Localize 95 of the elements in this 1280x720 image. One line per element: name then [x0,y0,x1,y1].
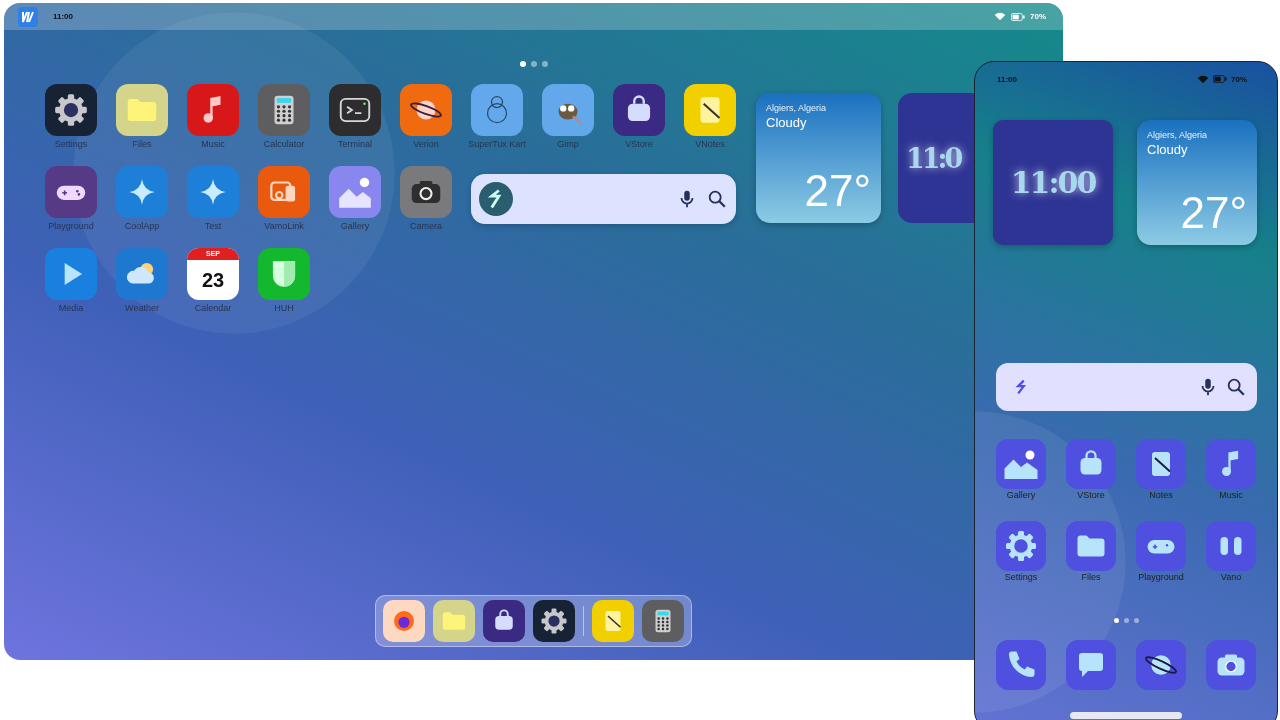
app-label: SuperTux Kart [467,138,527,151]
app-label: Calendar [193,302,233,315]
app-label: Weather [124,302,160,315]
notepad-icon[interactable] [1136,439,1186,489]
notepad-icon[interactable] [684,84,736,136]
calculator-icon[interactable] [642,600,684,642]
weather-condition: Cloudy [1147,142,1189,157]
chat-icon[interactable] [1066,640,1116,690]
wifi-icon [994,12,1006,21]
terminal-icon[interactable] [329,84,381,136]
shield-icon[interactable] [258,248,310,300]
clock-widget[interactable]: 11:00 [993,120,1113,245]
app-label: Notes [1148,490,1174,500]
app-label: Playground [1137,572,1185,582]
calculator-icon[interactable] [258,84,310,136]
logo-icon [18,6,38,27]
browser-icon[interactable] [383,600,425,642]
battery-icon [1213,75,1227,83]
planet-icon[interactable] [400,84,452,136]
weather-condition: Cloudy [766,115,808,130]
weather-temperature: 27° [804,169,871,213]
gear-icon[interactable] [45,84,97,136]
sparkle-icon[interactable] [116,166,168,218]
bag-icon[interactable] [613,84,665,136]
app-label: Gallery [339,220,371,233]
music-note-icon[interactable] [187,84,239,136]
gamepad-icon[interactable] [1136,521,1186,571]
app-label: Test [203,220,223,233]
app-label: VamoLink [263,220,305,233]
status-time: 11:00 [53,12,74,21]
page-dot[interactable] [1113,618,1119,623]
gamepad-icon[interactable] [45,166,97,218]
app-label: VStore [624,138,654,151]
folder-icon[interactable] [116,84,168,136]
app-label: Media [57,302,85,315]
weather-location: Algiers, Algeria [766,103,828,113]
weather-location: Algiers, Algeria [1147,130,1209,140]
app-label: Gimp [556,138,580,151]
clock-widget[interactable]: 11:0 [898,93,975,223]
app-label: Terminal [337,138,373,151]
app-label: CoolApp [123,220,161,233]
bag-icon[interactable] [483,600,525,642]
search-icon[interactable] [706,188,728,210]
battery-level: 70% [1030,12,1046,21]
app-label: Camera [409,220,443,233]
page-dot[interactable] [530,61,537,67]
image-icon[interactable] [329,166,381,218]
page-dot[interactable] [519,61,526,67]
app-label: Files [1080,572,1102,582]
notepad-icon[interactable] [592,600,634,642]
clock-time: 11:0 [906,142,961,174]
cloud-sun-icon[interactable] [116,248,168,300]
weather-widget[interactable]: Algiers, Algeria Cloudy 27° [756,93,881,223]
search-icon[interactable] [1225,376,1247,398]
wifi-icon [1197,74,1209,84]
app-label: Vano [1219,572,1243,582]
clock-time: 11:00 [1010,165,1096,200]
pause-icon[interactable] [1206,521,1256,571]
folder-icon[interactable] [1066,521,1116,571]
app-label: Music [200,138,226,151]
status-time: 11:00 [997,74,1018,84]
bag-icon[interactable] [1066,439,1116,489]
search-bar[interactable] [471,174,736,224]
app-label: Calculator [262,138,306,151]
image-icon[interactable] [996,439,1046,489]
devices-icon[interactable] [258,166,310,218]
app-label: Files [131,138,153,151]
music-note-icon[interactable] [1206,439,1256,489]
play-icon[interactable] [45,248,97,300]
app-label: Music [1218,490,1244,500]
app-label: Settings [53,138,89,151]
planet-icon[interactable] [1136,640,1186,690]
camera-icon[interactable] [400,166,452,218]
page-dot[interactable] [1133,618,1139,623]
battery-icon [1011,12,1025,21]
battery-level: 70% [1231,74,1247,84]
app-label: VNotes [694,138,726,151]
app-label: VStore [1076,490,1106,500]
app-label: Playground [47,220,95,233]
app-label: HUH [273,302,295,315]
folder-icon[interactable] [433,600,475,642]
search-logo-icon [479,182,513,216]
page-dot[interactable] [1123,618,1129,623]
gear-icon[interactable] [533,600,575,642]
sparkle-icon[interactable] [187,166,239,218]
app-label: Verion [412,138,440,151]
page-dot[interactable] [541,61,548,67]
phone-icon[interactable] [996,640,1046,690]
weather-temperature: 27° [1180,191,1247,235]
weather-widget[interactable]: Algiers, Algeria Cloudy 27° [1137,120,1257,245]
app-label: Gallery [1005,490,1037,500]
search-bar[interactable] [996,363,1257,411]
gear-icon[interactable] [996,521,1046,571]
app-label: Settings [1003,572,1039,582]
camera-icon[interactable] [1206,640,1256,690]
